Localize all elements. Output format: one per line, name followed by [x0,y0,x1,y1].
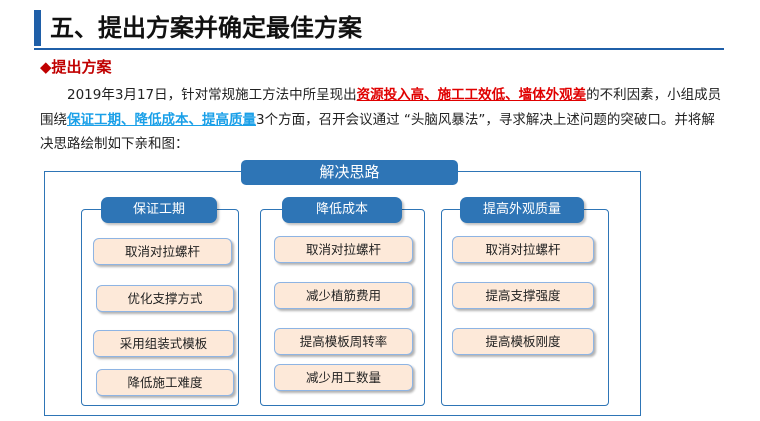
idea-item: 提高支撑强度 [452,282,594,309]
group-label-schedule: 保证工期 [101,197,217,223]
body-paragraph: 2019年3月17日，针对常规施工方法中所呈现出资源投入高、施工工效低、墙体外观… [40,83,726,157]
heading-accent-bar [34,10,41,46]
para-emphasis-red: 资源投入高、施工工效低、墙体外观差 [356,87,587,103]
idea-item: 减少用工数量 [274,364,413,391]
diagram-title: 解决思路 [241,160,458,185]
idea-item: 优化支撑方式 [96,285,234,312]
title-underline [34,48,724,50]
idea-item: 取消对拉螺杆 [93,238,232,265]
idea-item: 采用组装式模板 [93,330,234,357]
idea-item: 提高模板周转率 [274,328,413,355]
idea-item: 提高模板刚度 [452,328,594,355]
group-label-quality: 提高外观质量 [460,197,584,223]
page-title: 五、提出方案并确定最佳方案 [50,14,362,42]
para-text-1: 2019年3月17日，针对常规施工方法中所呈现出 [67,87,357,103]
section-subheading: ◆提出方案 [40,58,112,76]
idea-item: 取消对拉螺杆 [452,236,594,263]
idea-item: 降低施工难度 [96,369,234,396]
idea-item: 减少植筋费用 [274,282,413,309]
group-label-cost: 降低成本 [282,197,402,223]
idea-item: 取消对拉螺杆 [274,236,413,263]
para-emphasis-blue: 保证工期、降低成本、提高质量 [67,111,256,128]
